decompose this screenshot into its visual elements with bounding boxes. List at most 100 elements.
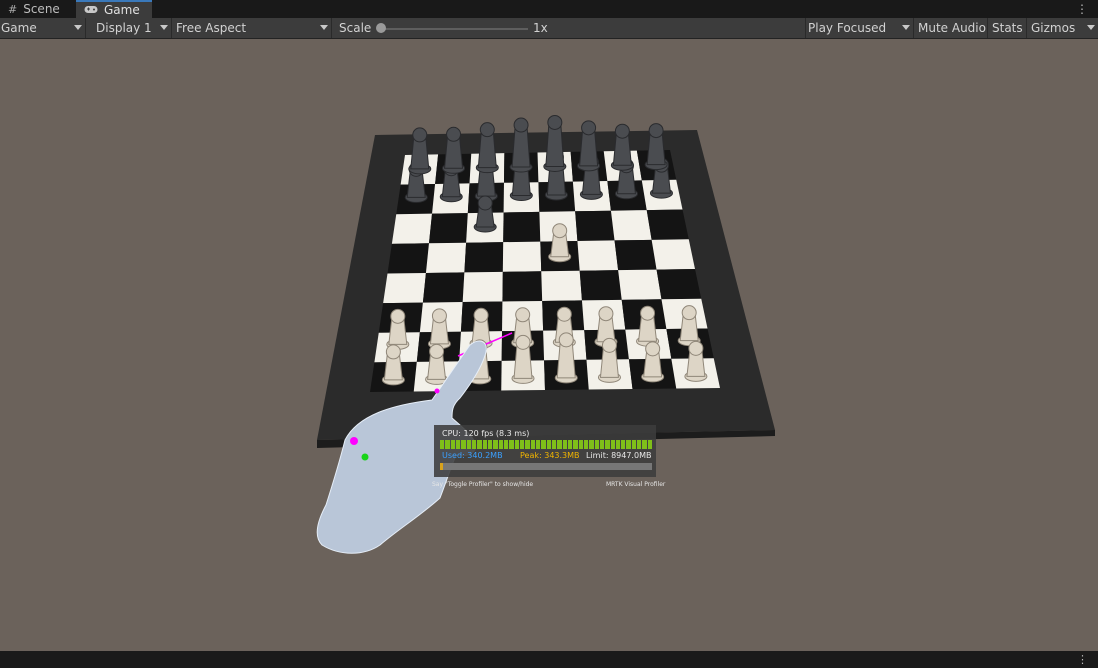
profiler-frame-bar	[615, 440, 621, 449]
board-square	[464, 242, 504, 273]
display-dropdown-label: Display 1	[96, 21, 152, 35]
aspect-dropdown-label: Free Aspect	[176, 21, 247, 35]
profiler-frame-bar	[567, 440, 573, 449]
board-square	[422, 272, 465, 303]
tab-scene-label: Scene	[23, 2, 60, 16]
gamepad-icon	[84, 3, 98, 17]
tab-scene[interactable]: # Scene	[0, 0, 74, 18]
window-tab-bar: # Scene Game ⋮	[0, 0, 1098, 18]
game-view-toolbar: Game Display 1 Free Aspect Scale 1x Play…	[0, 18, 1098, 39]
board-square	[656, 269, 702, 300]
scale-slider-handle[interactable]	[376, 23, 386, 33]
profiler-frame-bar	[482, 440, 487, 449]
profiler-frame-bar	[440, 440, 445, 449]
play-mode-label: Play Focused	[808, 21, 887, 35]
profiler-frame-bar	[647, 440, 653, 449]
profiler-frame-bar	[583, 440, 589, 449]
gizmos-label: Gizmos	[1031, 21, 1076, 35]
profiler-title-text: MRTK Visual Profiler	[606, 481, 666, 488]
gizmos-dropdown[interactable]: Gizmos	[1027, 18, 1098, 38]
scale-slider-track[interactable]	[380, 28, 528, 30]
board-square	[614, 239, 657, 271]
board-square	[503, 211, 541, 243]
profiler-frame-bar	[599, 440, 605, 449]
hand-joint-marker	[434, 388, 440, 394]
profiler-memory-bar	[440, 463, 652, 470]
hash-icon: #	[8, 2, 18, 16]
profiler-cpu-text: CPU: 120 fps (8.3 ms)	[442, 429, 530, 438]
visual-profiler-panel: CPU: 120 fps (8.3 ms) Used: 340.2MB Peak…	[434, 425, 656, 477]
profiler-frame-bar	[530, 440, 535, 449]
profiler-frame-bar	[477, 440, 482, 449]
mute-audio-button[interactable]: Mute Audio	[914, 18, 988, 38]
game-view-dropdown[interactable]: Game	[0, 18, 86, 38]
scale-value: 1x	[533, 21, 548, 35]
chevron-down-icon	[160, 25, 168, 30]
board-square	[579, 270, 622, 301]
board-square	[391, 213, 433, 244]
profiler-frame-bar	[557, 440, 562, 449]
profiler-frame-bar	[466, 440, 471, 449]
hand-joint-marker	[361, 453, 369, 461]
profiler-frame-bar	[594, 440, 599, 449]
profiler-frame-bar	[455, 440, 461, 449]
black-piece	[644, 123, 668, 171]
kebab-icon[interactable]: ⋮	[1076, 2, 1088, 16]
game-render	[316, 114, 775, 554]
board-square	[428, 213, 468, 244]
display-dropdown[interactable]: Display 1	[86, 18, 172, 38]
game-viewport[interactable]	[0, 39, 1098, 651]
profiler-frame-bar	[519, 440, 525, 449]
aspect-dropdown[interactable]: Free Aspect	[172, 18, 332, 38]
profiler-frame-bar	[535, 440, 541, 449]
board-square	[502, 271, 543, 302]
chevron-down-icon	[320, 25, 328, 30]
profiler-frame-bar	[589, 440, 594, 449]
play-mode-dropdown[interactable]: Play Focused	[806, 18, 914, 38]
scale-label: Scale	[339, 21, 372, 35]
profiler-frame-bar	[450, 440, 455, 449]
profiler-frame-bar	[626, 440, 631, 449]
tab-game[interactable]: Game	[76, 0, 152, 18]
black-piece	[509, 117, 533, 173]
profiler-frame-bar	[509, 440, 514, 449]
profiler-frame-bar	[525, 440, 530, 449]
board-square	[646, 209, 689, 240]
profiler-frame-bar	[471, 440, 477, 449]
profiler-frame-bars	[440, 440, 653, 449]
board-square	[462, 271, 503, 303]
profiler-used-memory: Used: 340.2MB	[442, 451, 503, 460]
profiler-frame-bar	[610, 440, 615, 449]
board-square	[577, 240, 619, 271]
black-piece	[475, 122, 499, 174]
profiler-frame-bar	[493, 440, 498, 449]
black-piece	[577, 120, 601, 172]
chevron-down-icon	[902, 25, 910, 30]
hand-joint-marker	[350, 437, 358, 445]
stats-label: Stats	[992, 21, 1023, 35]
game-view-dropdown-label: Game	[1, 21, 37, 35]
profiler-frame-bar	[546, 440, 551, 449]
chevron-down-icon	[74, 25, 82, 30]
profiler-frame-bar	[637, 440, 642, 449]
bottom-bar: ⋮	[0, 651, 1098, 668]
board-square	[541, 270, 582, 301]
profiler-frame-bar	[503, 440, 509, 449]
board-square	[502, 241, 542, 272]
profiler-frame-bar	[621, 440, 626, 449]
profiler-frame-bar	[605, 440, 610, 449]
stats-button[interactable]: Stats	[988, 18, 1027, 38]
kebab-icon[interactable]: ⋮	[1077, 653, 1088, 666]
board-square	[575, 210, 615, 241]
profiler-frame-bar	[562, 440, 567, 449]
tab-game-label: Game	[104, 3, 140, 17]
profiler-frame-bar	[642, 440, 647, 449]
board-square	[383, 272, 426, 304]
profiler-memory-limit: Limit: 8947.0MB	[586, 451, 652, 460]
board-square	[651, 239, 695, 270]
profiler-frame-bar	[514, 440, 519, 449]
mute-audio-label: Mute Audio	[918, 21, 986, 35]
profiler-frame-bar	[541, 440, 546, 449]
board-square	[387, 243, 429, 274]
profiler-frame-bar	[578, 440, 583, 449]
